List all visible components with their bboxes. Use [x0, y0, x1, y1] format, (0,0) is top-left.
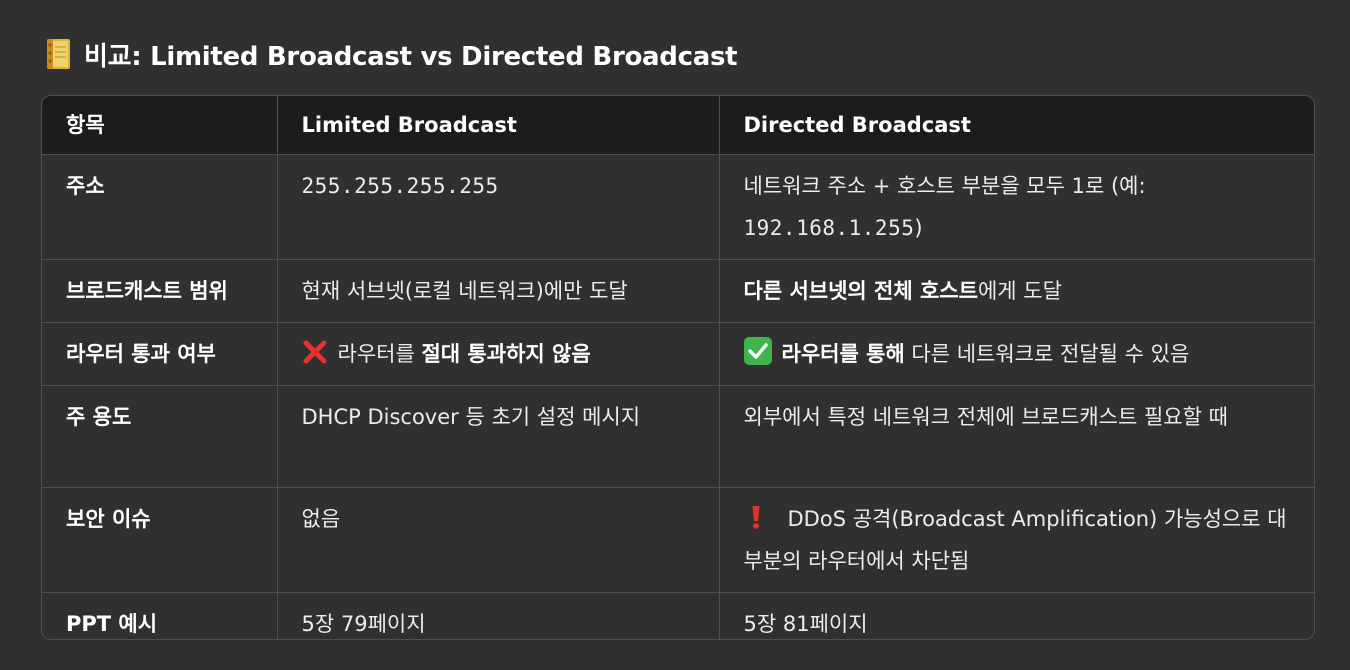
- cell-directed: DDoS 공격(Broadcast Amplification) 가능성으로 대…: [719, 487, 1314, 593]
- table-row: 브로드캐스트 범위 현재 서브넷(로컬 네트워크)에만 도달 다른 서브넷의 전…: [42, 259, 1314, 323]
- cell-directed: 라우터를 통해 다른 네트워크로 전달될 수 있음: [719, 322, 1314, 386]
- row-label: 주소: [42, 154, 278, 260]
- cell-limited: DHCP Discover 등 초기 설정 메시지: [277, 385, 720, 488]
- cross-mark-icon: [302, 337, 328, 364]
- address-close-paren: ): [914, 216, 923, 240]
- address-description: 네트워크 주소 + 호스트 부분을 모두 1로 (예:: [743, 174, 1146, 198]
- row-label: PPT 예시: [42, 592, 278, 639]
- row-label: 보안 이슈: [42, 487, 278, 593]
- table-row: PPT 예시 5장 79페이지 5장 81페이지: [42, 592, 1314, 639]
- header-limited-broadcast: Limited Broadcast: [277, 96, 720, 155]
- header-directed-broadcast: Directed Broadcast: [719, 96, 1314, 155]
- table-header-row: 항목 Limited Broadcast Directed Broadcast: [42, 96, 1314, 155]
- router-emphasis: 라우터를 통해: [781, 342, 905, 366]
- header-item: 항목: [42, 96, 278, 155]
- address-code: 255.255.255.255: [301, 174, 499, 198]
- router-rest: 다른 네트워크로 전달될 수 있음: [904, 342, 1190, 366]
- page-heading: 비교: Limited Broadcast vs Directed Broadc…: [44, 34, 738, 74]
- table-row: 라우터 통과 여부 라우터를 절대 통과하지 않음 라우터를 통해 다른 네트워…: [42, 322, 1314, 386]
- row-label: 주 용도: [42, 385, 278, 488]
- cell-limited: 라우터를 절대 통과하지 않음: [277, 322, 720, 386]
- row-label: 브로드캐스트 범위: [42, 259, 278, 323]
- table-row: 보안 이슈 없음 DDoS 공격(Broadcast Amplification…: [42, 487, 1314, 593]
- table-row: 주 용도 DHCP Discover 등 초기 설정 메시지 외부에서 특정 네…: [42, 385, 1314, 488]
- comparison-table: 항목 Limited Broadcast Directed Broadcast …: [41, 95, 1315, 640]
- page-title: 비교: Limited Broadcast vs Directed Broadc…: [84, 41, 738, 72]
- cell-limited: 255.255.255.255: [277, 154, 720, 260]
- scope-rest: 에게 도달: [977, 279, 1062, 303]
- router-emphasis: 절대 통과하지 않음: [421, 342, 591, 366]
- scope-emphasis: 다른 서브넷의 전체 호스트: [743, 279, 978, 303]
- cell-directed: 외부에서 특정 네트워크 전체에 브로드캐스트 필요할 때: [719, 385, 1314, 488]
- exclamation-icon: [750, 502, 762, 529]
- ledger-book-icon: [44, 37, 72, 71]
- cell-limited: 현재 서브넷(로컬 네트워크)에만 도달: [277, 259, 720, 323]
- check-mark-icon: [743, 337, 772, 365]
- table-row: 주소 255.255.255.255 네트워크 주소 + 호스트 부분을 모두 …: [42, 154, 1314, 260]
- security-text: DDoS 공격(Broadcast Amplification) 가능성으로 대…: [743, 507, 1287, 573]
- cell-directed: 다른 서브넷의 전체 호스트에게 도달: [719, 259, 1314, 323]
- cell-limited: 없음: [277, 487, 720, 593]
- row-label: 라우터 통과 여부: [42, 322, 278, 386]
- cell-limited: 5장 79페이지: [277, 592, 720, 639]
- router-prefix: 라우터를: [337, 342, 422, 366]
- cell-directed: 네트워크 주소 + 호스트 부분을 모두 1로 (예: 192.168.1.25…: [719, 154, 1314, 260]
- cell-directed: 5장 81페이지: [743, 612, 868, 636]
- address-example-code: 192.168.1.255: [743, 216, 915, 240]
